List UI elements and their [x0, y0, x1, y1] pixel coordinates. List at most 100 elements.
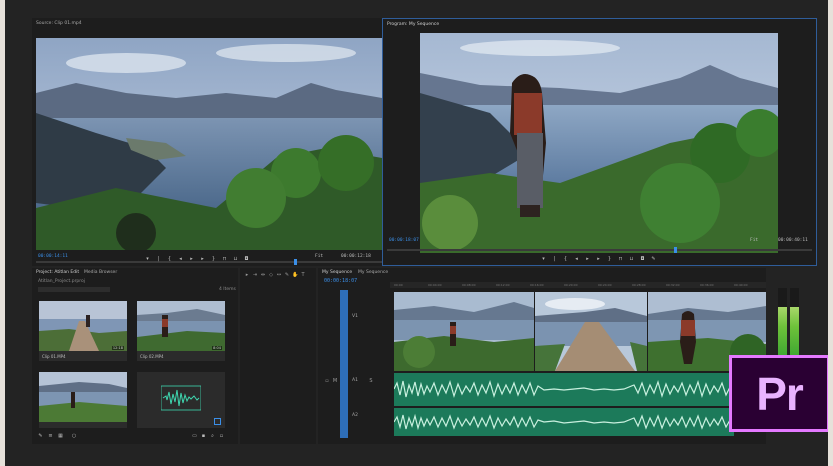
mark-out-icon[interactable]: | [552, 257, 557, 262]
mute-icon[interactable]: M [332, 378, 338, 384]
project-footer-tools: ✎ ≡ ▦ ○ [38, 434, 80, 439]
mark-out-icon[interactable]: | [156, 257, 161, 262]
go-to-in-icon[interactable]: { [563, 257, 568, 262]
clip-thumbnail [39, 301, 127, 351]
go-to-out-icon[interactable]: } [607, 257, 612, 262]
type-icon[interactable]: T [300, 272, 306, 278]
lift-icon[interactable]: ⊓ [618, 257, 623, 262]
project-panel: Project: Atitlan Edit Media Browser Atit… [32, 268, 238, 444]
slip-icon[interactable]: ↔ [276, 272, 282, 278]
mark-in-icon[interactable]: ▾ [541, 257, 546, 262]
video-clip-1[interactable] [394, 292, 534, 371]
project-tab[interactable]: Project: Atitlan Edit [36, 270, 79, 275]
video-track-label[interactable]: V1 [352, 314, 358, 319]
step-back-icon[interactable]: ◂ [574, 257, 579, 262]
clip-duration: 12:18 [111, 346, 124, 350]
icon-view-icon[interactable]: ▦ [58, 434, 63, 439]
program-scrub-bar[interactable] [387, 249, 812, 251]
audio-track-label-a1[interactable]: A1 [352, 378, 358, 383]
audio-meter-right [790, 288, 799, 356]
pen-icon[interactable]: ✎ [284, 272, 290, 278]
source-monitor: Source: Clip 01.mp4 00:00:14:11 Fit 00:0… [32, 18, 385, 266]
go-to-out-icon[interactable]: } [211, 257, 216, 262]
trash-icon[interactable]: ▫ [219, 434, 224, 439]
settings-icon[interactable]: ✎ [651, 257, 656, 262]
overwrite-icon[interactable]: ⊔ [233, 257, 238, 262]
step-back-icon[interactable]: ◂ [178, 257, 183, 262]
program-transport: ▾ | { ◂ ▸ ▸ } ⊓ ⊔ ◘ ✎ [541, 257, 656, 262]
program-playhead[interactable] [674, 247, 677, 253]
zoom-slider[interactable]: ○ [68, 434, 80, 439]
camera-icon[interactable]: ◘ [244, 257, 249, 262]
project-clip-1[interactable]: 12:18 Clip 01.MP4 [39, 301, 127, 361]
ruler-tick: 00:00 [394, 283, 403, 287]
premiere-window: Source: Clip 01.mp4 00:00:14:11 Fit 00:0… [5, 0, 828, 466]
source-monitor-title[interactable]: Source: Clip 01.mp4 [36, 21, 82, 26]
ruler-tick: 00:36:00 [700, 283, 714, 287]
clip-duration: 8:04 [212, 346, 222, 350]
audio-clip-badge [214, 418, 221, 425]
ruler-tick: 00:16:00 [530, 283, 544, 287]
timeline-timecode[interactable]: 00:00:18:07 [324, 278, 357, 284]
audio-clip-a1[interactable] [394, 373, 734, 406]
video-clip-2[interactable] [535, 292, 647, 371]
insert-icon[interactable]: ⊓ [222, 257, 227, 262]
search-field[interactable] [38, 287, 110, 292]
solo-icon[interactable]: S [368, 378, 374, 384]
pen-icon[interactable]: ✎ [38, 434, 43, 439]
program-monitor-title[interactable]: Program: My Sequence [387, 22, 439, 27]
audio-meter-left [778, 288, 787, 356]
new-bin-icon[interactable]: ▭ [192, 434, 197, 439]
sequence-tab[interactable]: My Sequence [322, 270, 352, 275]
project-clip-2[interactable]: 8:04 Clip 02.MP4 [137, 301, 225, 361]
timeline-ruler[interactable]: 00:00 00:04:00 00:08:00 00:12:00 00:16:0… [390, 282, 766, 288]
list-view-icon[interactable]: ≡ [48, 434, 53, 439]
play-icon[interactable]: ▸ [585, 257, 590, 262]
source-video-frame[interactable] [36, 38, 382, 250]
ruler-tick: 00:24:00 [598, 283, 612, 287]
source-playhead[interactable] [294, 259, 297, 265]
audio-clip-a2[interactable] [394, 408, 734, 436]
search-icon[interactable]: ⌕ [210, 434, 215, 439]
step-forward-icon[interactable]: ▸ [596, 257, 601, 262]
source-timecode-in[interactable]: 00:00:14:11 [38, 254, 68, 259]
timeline-playhead-line[interactable] [340, 290, 348, 438]
project-audio-clip[interactable] [137, 372, 225, 428]
clip-thumbnail [39, 372, 127, 422]
program-video-frame[interactable] [420, 33, 778, 253]
sequence-tab-2[interactable]: My Sequence 2 [358, 270, 392, 275]
razor-icon[interactable]: ◇ [268, 272, 274, 278]
program-fit-select[interactable]: Fit [750, 238, 758, 243]
step-forward-icon[interactable]: ▸ [200, 257, 205, 262]
source-fit-select[interactable]: Fit [315, 254, 323, 259]
source-timecode-out: 00:00:12:18 [341, 254, 371, 259]
project-file-name: Atitlan_Project.prproj [38, 279, 86, 284]
camera-icon[interactable]: ◘ [640, 257, 645, 262]
extract-icon[interactable]: ⊔ [629, 257, 634, 262]
ruler-tick: 00:28:00 [632, 283, 646, 287]
go-to-in-icon[interactable]: { [167, 257, 172, 262]
ruler-tick: 00:40:00 [734, 283, 748, 287]
clip-label: Clip 01.MP4 [42, 354, 66, 359]
mark-in-icon[interactable]: ▾ [145, 257, 150, 262]
clip-label: Clip 02.MP4 [140, 354, 164, 359]
project-footer-actions: ▭ ▪ ⌕ ▫ [192, 434, 224, 439]
audio-track-label-a2[interactable]: A2 [352, 413, 358, 418]
ruler-tick: 00:20:00 [564, 283, 578, 287]
item-count: 4 Items [219, 287, 236, 292]
timeline-tracks: 00:00 00:04:00 00:08:00 00:12:00 00:16:0… [390, 268, 766, 444]
program-timecode-in[interactable]: 00:00:18:07 [389, 238, 419, 243]
hand-icon[interactable]: ✋ [292, 272, 298, 278]
project-clip-3[interactable] [39, 372, 127, 428]
track-select-icon[interactable]: ⇥ [252, 272, 258, 278]
audio-meter-left-fill [778, 307, 787, 356]
new-item-icon[interactable]: ▪ [201, 434, 206, 439]
media-browser-tab[interactable]: Media Browser [84, 270, 117, 275]
selection-icon[interactable]: ▸ [244, 272, 250, 278]
tools-panel: ▸ ⇥ ⇹ ◇ ↔ ✎ ✋ T [240, 268, 316, 444]
ruler-tick: 00:12:00 [496, 283, 510, 287]
source-transport: ▾ | { ◂ ▸ ▸ } ⊓ ⊔ ◘ [145, 257, 249, 262]
lock-icon[interactable]: ▫ [324, 378, 330, 384]
ripple-edit-icon[interactable]: ⇹ [260, 272, 266, 278]
play-icon[interactable]: ▸ [189, 257, 194, 262]
